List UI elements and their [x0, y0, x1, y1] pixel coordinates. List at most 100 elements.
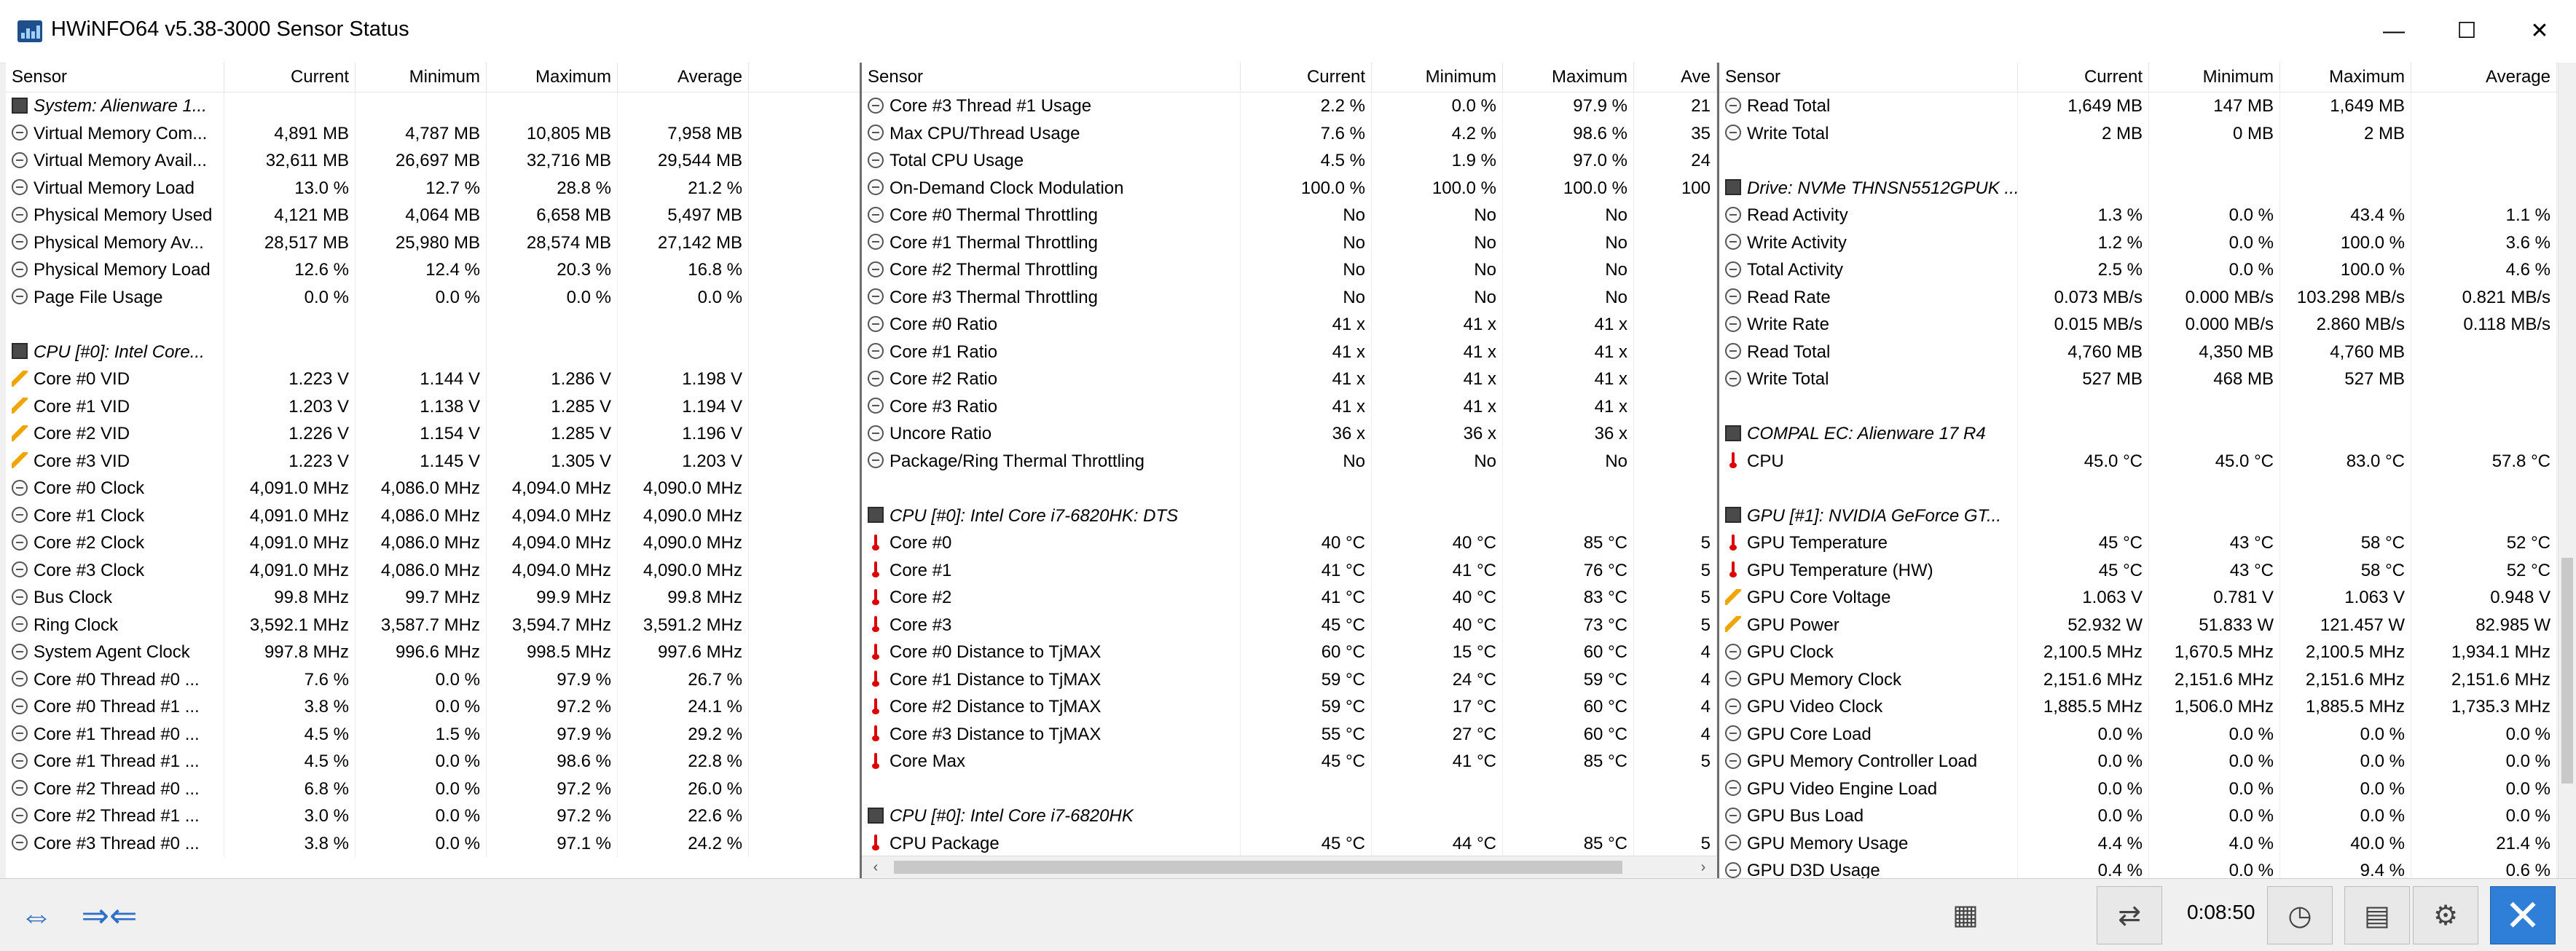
sensor-row[interactable]: Bus Clock 99.8 MHz 99.7 MHz 99.9 MHz 99.8 MH… — [6, 584, 860, 612]
close-window-button[interactable]: ✕ — [2503, 0, 2576, 63]
sensor-row[interactable] — [862, 475, 1717, 502]
column-header[interactable]: Sensor Current Minimum Maximum Ave — [862, 63, 1717, 92]
sensor-group-row[interactable]: Drive: NVMe THNSN5512GPUK ... — [1719, 174, 2576, 202]
close-icon[interactable]: ✕ — [2490, 886, 2556, 944]
sensor-row[interactable]: Core #3 Clock 4,091.0 MHz 4,086.0 MHz 4,094… — [6, 556, 860, 584]
sensor-row[interactable]: Core #1 Distance to TjMAX 59 °C 24 °C 59 °C… — [862, 666, 1717, 693]
column-header-maximum[interactable]: Maximum — [1503, 63, 1634, 92]
column-header[interactable]: Sensor Current Minimum Maximum Average — [1719, 63, 2576, 92]
sensor-row[interactable]: GPU Clock 2,100.5 MHz 1,670.5 MHz 2,100.5 M… — [1719, 639, 2576, 666]
scroll-thumb[interactable] — [894, 861, 1622, 874]
sensor-row[interactable]: GPU Temperature 45 °C 43 °C 58 °C 52 °C — [1719, 529, 2576, 557]
sensor-row[interactable]: GPU Video Engine Load 0.0 % 0.0 % 0.0 % 0.0 … — [1719, 775, 2576, 802]
sensor-row[interactable]: Write Rate 0.015 MB/s 0.000 MB/s 2.860 MB/s… — [1719, 311, 2576, 339]
scroll-right-arrow-icon[interactable]: › — [1692, 856, 1714, 878]
sensor-row[interactable]: Core #2 Clock 4,091.0 MHz 4,086.0 MHz 4,094… — [6, 529, 860, 557]
vertical-scrollbar[interactable] — [2558, 63, 2576, 878]
sensor-row[interactable] — [1719, 147, 2576, 175]
clock-icon[interactable]: ◷ — [2267, 886, 2333, 944]
column-header-maximum[interactable]: Maximum — [2280, 63, 2411, 92]
sensor-row[interactable]: Write Total 2 MB 0 MB 2 MB — [1719, 119, 2576, 147]
sensor-group-row[interactable]: GPU [#1]: NVIDIA GeForce GT... — [1719, 502, 2576, 529]
expand-arrows-icon[interactable]: ⇔ — [7, 888, 66, 943]
sensor-row[interactable]: CPU Package 45 °C 44 °C 85 °C 5 — [862, 829, 1717, 857]
collapse-arrows-icon[interactable]: ⇒⇐ — [80, 888, 138, 943]
sensor-row[interactable]: Core #0 40 °C 40 °C 85 °C 5 — [862, 529, 1717, 557]
column-header-sensor[interactable]: Sensor — [6, 63, 224, 92]
sensor-row[interactable]: GPU Memory Controller Load 0.0 % 0.0 % 0.0 … — [1719, 748, 2576, 776]
sensor-row[interactable] — [1719, 392, 2576, 420]
sensor-row[interactable]: GPU D3D Usage 0.4 % 0.0 % 9.4 % 0.6 % — [1719, 857, 2576, 878]
sensor-row[interactable]: Core #2 Thread #1 ... 3.0 % 0.0 % 97.2 % 22.… — [6, 802, 860, 830]
column-header-sensor[interactable]: Sensor — [862, 63, 1241, 92]
sensor-row[interactable]: Total CPU Usage 4.5 % 1.9 % 97.0 % 24 — [862, 147, 1717, 175]
sensor-group-row[interactable]: CPU [#0]: Intel Core i7-6820HK — [862, 802, 1717, 830]
sensor-row[interactable]: Core #1 VID 1.203 V 1.138 V 1.285 V 1.194 V — [6, 392, 860, 420]
sensor-row[interactable]: Core #3 Thermal Throttling No No No — [862, 283, 1717, 311]
sensor-row[interactable] — [1719, 475, 2576, 502]
sensor-row[interactable]: GPU Video Clock 1,885.5 MHz 1,506.0 MHz 1,8… — [1719, 693, 2576, 721]
sensor-row[interactable]: Read Total 1,649 MB 147 MB 1,649 MB — [1719, 92, 2576, 120]
sensor-row[interactable]: GPU Power 52.932 W 51.833 W 121.457 W 82.985… — [1719, 611, 2576, 639]
sensor-row[interactable]: Core #3 Distance to TjMAX 55 °C 27 °C 60 °C… — [862, 720, 1717, 748]
minimize-button[interactable]: — — [2357, 0, 2430, 63]
add-report-icon[interactable]: ▤ — [2344, 886, 2410, 944]
sensor-row[interactable]: Core #2 Thread #0 ... 6.8 % 0.0 % 97.2 % 26.… — [6, 775, 860, 802]
sensor-row[interactable]: Ring Clock 3,592.1 MHz 3,587.7 MHz 3,594.7 … — [6, 611, 860, 639]
sensor-row[interactable]: Virtual Memory Com... 4,891 MB 4,787 MB 10,… — [6, 119, 860, 147]
sensor-panel-middle[interactable]: Sensor Current Minimum Maximum Ave Core #3 T… — [862, 63, 1719, 878]
sensor-row[interactable]: Core #2 VID 1.226 V 1.154 V 1.285 V 1.196 V — [6, 420, 860, 448]
column-header-minimum[interactable]: Minimum — [2149, 63, 2280, 92]
sensor-row[interactable]: Read Rate 0.073 MB/s 0.000 MB/s 103.298 MB/… — [1719, 283, 2576, 311]
column-header-current[interactable]: Current — [1241, 63, 1372, 92]
settings-icon[interactable]: ⚙ — [2413, 886, 2478, 944]
sensor-row[interactable]: Core #0 Clock 4,091.0 MHz 4,086.0 MHz 4,094… — [6, 475, 860, 502]
sensor-row[interactable]: Core #2 Thermal Throttling No No No — [862, 256, 1717, 284]
sensor-row[interactable] — [862, 775, 1717, 802]
sensor-row[interactable]: Core #2 41 °C 40 °C 83 °C 5 — [862, 584, 1717, 612]
sensor-panel-right[interactable]: Sensor Current Minimum Maximum Average Read … — [1719, 63, 2576, 878]
column-header-minimum[interactable]: Minimum — [356, 63, 487, 92]
horizontal-scrollbar[interactable]: ‹ › — [862, 856, 1717, 878]
sensor-row[interactable]: Total Activity 2.5 % 0.0 % 100.0 % 4.6 % — [1719, 256, 2576, 284]
sensor-row[interactable]: Write Total 527 MB 468 MB 527 MB — [1719, 366, 2576, 393]
scroll-thumb[interactable] — [2561, 558, 2573, 784]
sensor-row[interactable]: Core #3 Thread #0 ... 3.8 % 0.0 % 97.1 % 24.… — [6, 829, 860, 857]
sensor-row[interactable]: Core #0 Thread #1 ... 3.8 % 0.0 % 97.2 % 24.… — [6, 693, 860, 721]
sensor-row[interactable]: Core #0 Ratio 41 x 41 x 41 x — [862, 311, 1717, 339]
sensor-group-row[interactable]: CPU [#0]: Intel Core i7-6820HK: DTS — [862, 502, 1717, 529]
sensor-row[interactable]: Page File Usage 0.0 % 0.0 % 0.0 % 0.0 % — [6, 283, 860, 311]
sensor-row[interactable]: Uncore Ratio 36 x 36 x 36 x — [862, 420, 1717, 448]
sensor-row[interactable]: GPU Core Load 0.0 % 0.0 % 0.0 % 0.0 % — [1719, 720, 2576, 748]
sensor-group-row[interactable]: CPU [#0]: Intel Core... — [6, 338, 860, 366]
sensor-row[interactable]: CPU 45.0 °C 45.0 °C 83.0 °C 57.8 °C — [1719, 447, 2576, 475]
sensor-row[interactable]: Physical Memory Used 4,121 MB 4,064 MB 6,65… — [6, 202, 860, 229]
sensor-row[interactable]: Core #2 Distance to TjMAX 59 °C 17 °C 60 °C… — [862, 693, 1717, 721]
sensor-panel-left[interactable]: Sensor Current Minimum Maximum Average Syste… — [6, 63, 862, 878]
sensor-row[interactable]: GPU Temperature (HW) 45 °C 43 °C 58 °C 52 °C — [1719, 556, 2576, 584]
maximize-button[interactable]: ☐ — [2430, 0, 2503, 63]
column-header-current[interactable]: Current — [224, 63, 356, 92]
sensor-row[interactable]: Core #1 Thread #0 ... 4.5 % 1.5 % 97.9 % 29.… — [6, 720, 860, 748]
sensor-row[interactable]: Physical Memory Av... 28,517 MB 25,980 MB 2… — [6, 229, 860, 256]
sensor-row[interactable]: Core #1 Ratio 41 x 41 x 41 x — [862, 338, 1717, 366]
column-header-ave[interactable]: Ave — [1634, 63, 1717, 92]
sensor-row[interactable]: Core #1 Clock 4,091.0 MHz 4,086.0 MHz 4,094… — [6, 502, 860, 529]
sensor-row[interactable]: Core #0 Thread #0 ... 7.6 % 0.0 % 97.9 % 26.… — [6, 666, 860, 693]
sensor-row[interactable]: Core #3 Thread #1 Usage 2.2 % 0.0 % 97.9 % 2… — [862, 92, 1717, 120]
sensor-row[interactable]: System Agent Clock 997.8 MHz 996.6 MHz 998.… — [6, 639, 860, 666]
sensor-row[interactable]: Max CPU/Thread Usage 7.6 % 4.2 % 98.6 % 35 — [862, 119, 1717, 147]
sensor-row[interactable]: Core #0 Distance to TjMAX 60 °C 15 °C 60 °C… — [862, 639, 1717, 666]
sensor-row[interactable]: Core Max 45 °C 41 °C 85 °C 5 — [862, 748, 1717, 776]
column-header-current[interactable]: Current — [2018, 63, 2149, 92]
sensor-row[interactable]: Core #1 Thread #1 ... 4.5 % 0.0 % 98.6 % 22.… — [6, 748, 860, 776]
column-header-sensor[interactable]: Sensor — [1719, 63, 2018, 92]
sensor-row[interactable]: Core #1 Thermal Throttling No No No — [862, 229, 1717, 256]
sensor-row[interactable]: GPU Bus Load 0.0 % 0.0 % 0.0 % 0.0 % — [1719, 802, 2576, 830]
sensor-row[interactable]: GPU Core Voltage 1.063 V 0.781 V 1.063 V 0.9… — [1719, 584, 2576, 612]
sensor-row[interactable]: Read Total 4,760 MB 4,350 MB 4,760 MB — [1719, 338, 2576, 366]
sensor-row[interactable] — [6, 311, 860, 339]
column-header-average[interactable]: Average — [618, 63, 749, 92]
snapshot-icon[interactable]: ▦ — [1944, 886, 1987, 944]
network-icon[interactable]: ⇄ — [2097, 886, 2162, 944]
